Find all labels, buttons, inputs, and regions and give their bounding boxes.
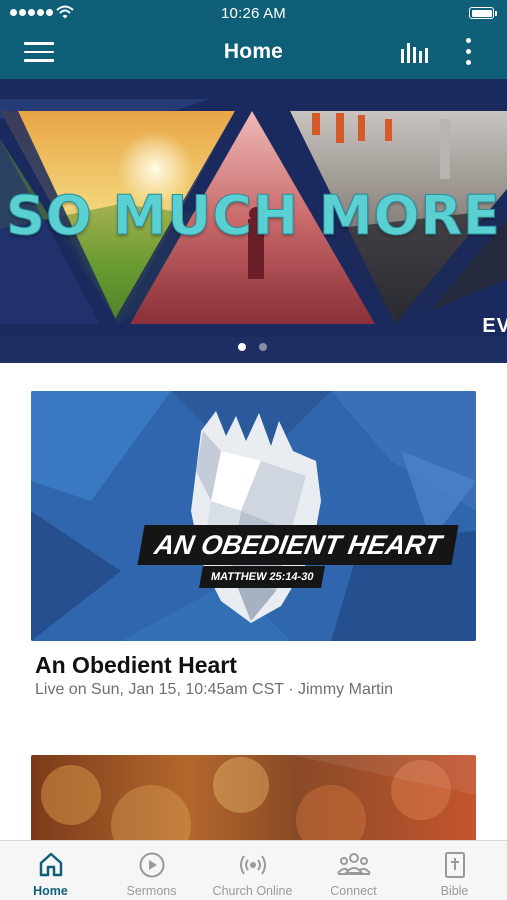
- status-bar: 10:26 AM: [0, 0, 507, 28]
- tab-bible-label: Bible: [440, 884, 469, 898]
- tab-connect[interactable]: Connect: [303, 841, 404, 900]
- sermon-card-image[interactable]: AN OBEDIENT HEART MATTHEW 25:14-30: [31, 391, 476, 641]
- tab-sermons-label: Sermons: [126, 884, 177, 898]
- home-icon: [39, 852, 62, 877]
- tab-bible[interactable]: Bible: [404, 841, 505, 900]
- hero-headline: SO MUCH MORE: [6, 184, 501, 248]
- tab-home[interactable]: Home: [0, 841, 101, 900]
- status-time: 10:26 AM: [221, 5, 286, 22]
- audio-bars-icon[interactable]: [398, 40, 432, 66]
- bokeh-artwork: [41, 755, 476, 840]
- carousel-dot-1[interactable]: [238, 343, 246, 351]
- tab-church-online-label: Church Online: [212, 884, 293, 898]
- bible-icon: [444, 852, 465, 878]
- hero-carousel[interactable]: SO MUCH MORE EV: [0, 79, 507, 363]
- content-feed: AN OBEDIENT HEART MATTHEW 25:14-30 An Ob…: [0, 363, 507, 840]
- broadcast-icon: [239, 855, 266, 875]
- more-vertical-icon[interactable]: [460, 38, 476, 68]
- tab-sermons[interactable]: Sermons: [101, 841, 202, 900]
- tab-home-label: Home: [33, 884, 68, 898]
- tab-connect-label: Connect: [330, 884, 377, 898]
- play-circle-icon: [139, 852, 164, 878]
- sermon-artwork-reference: MATTHEW 25:14-30: [199, 566, 326, 588]
- app-bar: Home: [0, 28, 507, 79]
- sermon-artwork-title: AN OBEDIENT HEART: [137, 525, 459, 565]
- carousel-pager: [238, 343, 267, 351]
- hero-corner-text: EV: [482, 315, 507, 337]
- top-bar: 10:26 AM Home: [0, 0, 507, 79]
- battery-icon: [469, 7, 497, 19]
- carousel-dot-2[interactable]: [259, 343, 267, 351]
- sermon-artwork: [31, 391, 476, 641]
- next-card-image[interactable]: [31, 755, 476, 840]
- sermon-title[interactable]: An Obedient Heart: [35, 652, 237, 679]
- sermon-subtitle: Live on Sun, Jan 15, 10:45am CST · Jimmy…: [35, 681, 394, 698]
- tab-bar: Home Sermons Church Online Connect Bible: [0, 840, 507, 900]
- people-icon: [336, 853, 371, 875]
- tab-church-online[interactable]: Church Online: [202, 841, 303, 900]
